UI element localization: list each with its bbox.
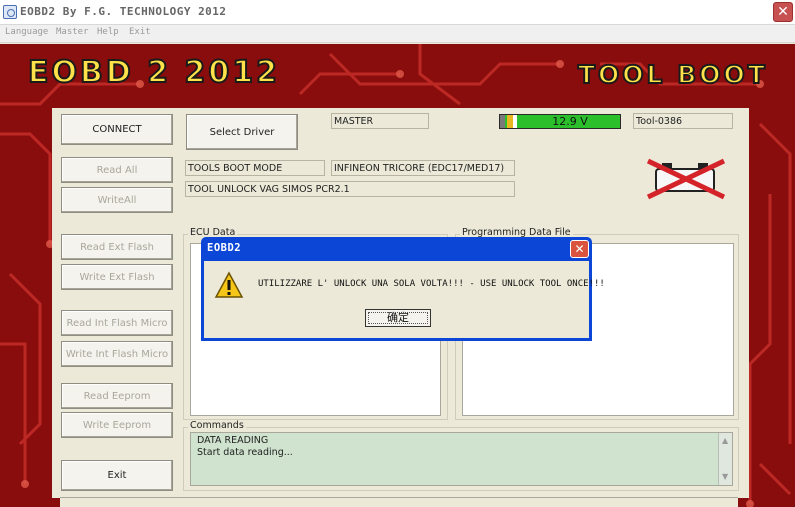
logo-tool-boot: TOOL BOOT [577,60,768,89]
menu-language[interactable]: Language [5,27,48,37]
app-icon [3,5,17,19]
window-title: EOBD2 By F.G. TECHNOLOGY 2012 [20,5,227,18]
read-ext-flash-button[interactable]: Read Ext Flash [61,234,173,260]
driver-field: TOOL UNLOCK VAG SIMOS PCR2.1 [185,181,515,197]
scroll-up-icon[interactable]: ▲ [722,435,728,447]
warning-icon [214,271,244,299]
dialog-close-button[interactable]: ✕ [570,240,589,258]
status-strip [60,497,738,507]
read-eeprom-button[interactable]: Read Eeprom [61,383,173,409]
write-ext-flash-button[interactable]: Write Ext Flash [61,264,173,290]
master-field: MASTER [331,113,429,129]
select-driver-button[interactable]: Select Driver [186,114,298,150]
menu-master[interactable]: Master [56,27,89,37]
voltage-value: 12.9 V [552,115,588,128]
commands-scrollbar[interactable]: ▲ ▼ [718,433,732,485]
processor-field: INFINEON TRICORE (EDC17/MED17) [331,160,515,176]
write-eeprom-button[interactable]: Write Eeprom [61,412,173,438]
dialog-message: UTILIZZARE L' UNLOCK UNA SOLA VOLTA!!! -… [258,279,605,289]
menu-exit[interactable]: Exit [129,27,151,37]
menu-bar: Language Master Help Exit [0,25,795,43]
read-int-flash-button[interactable]: Read Int Flash Micro [61,310,173,336]
connect-button[interactable]: CONNECT [61,114,173,145]
log-line: DATA READING [197,435,269,446]
logo-eobd2: EOBD 2 2012 [27,55,281,90]
alert-dialog: EOBD2 ✕ UTILIZZARE L' UNLOCK UNA SOLA VO… [201,237,605,341]
dialog-title: EOBD2 [207,242,242,254]
read-all-button[interactable]: Read All [61,157,173,183]
commands-log: DATA READING Start data reading... ▲ ▼ [190,432,733,486]
standard-crossed-icon [642,157,729,201]
voltage-indicator: 12.9 V [499,114,621,129]
exit-button[interactable]: Exit [61,460,173,491]
window-titlebar: EOBD2 By F.G. TECHNOLOGY 2012 ✕ [0,0,795,25]
window-close-button[interactable]: ✕ [773,2,793,22]
tool-id-field: Tool-0386 [633,113,733,129]
scroll-down-icon[interactable]: ▼ [722,471,728,483]
menu-help[interactable]: Help [97,27,119,37]
log-line: Start data reading... [197,447,293,458]
dialog-body: UTILIZZARE L' UNLOCK UNA SOLA VOLTA!!! -… [204,261,605,338]
commands-label: Commands [188,420,246,431]
mode-field: TOOLS BOOT MODE [185,160,325,176]
dialog-ok-button[interactable]: 确定 [365,309,431,327]
write-int-flash-button[interactable]: Write Int Flash Micro [61,341,173,367]
write-all-button[interactable]: WriteAll [61,187,173,213]
